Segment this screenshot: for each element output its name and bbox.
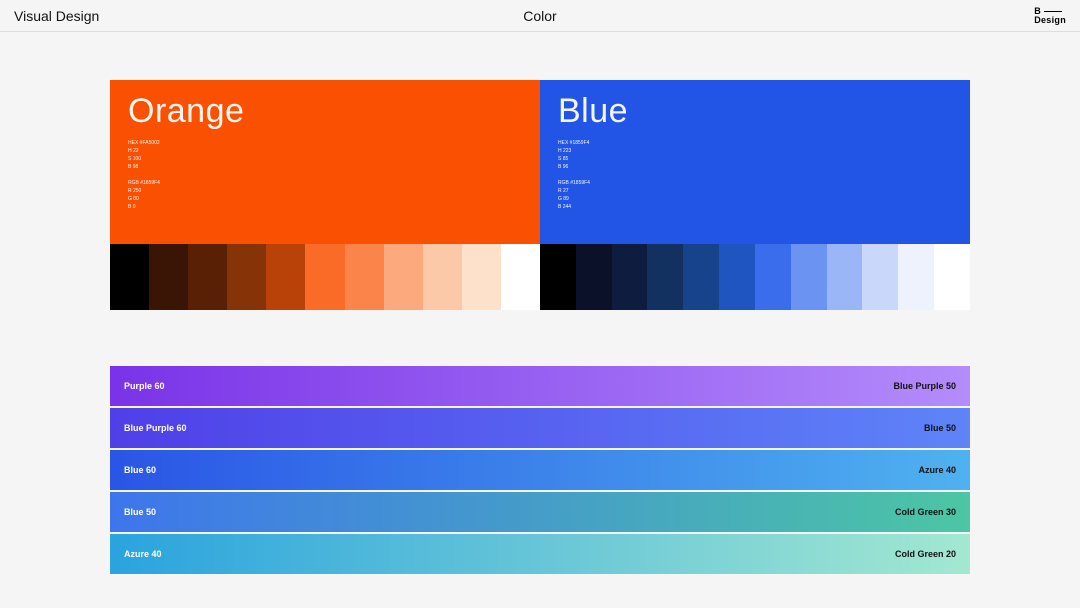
- topbar-center-label: Color: [523, 8, 556, 24]
- hex-label: HEX #1859F4: [558, 139, 952, 147]
- gradient-left-label: Blue 50: [124, 507, 156, 517]
- swatch-row: Orange HEX #FA5002 H 22 S 100 B 98 RGB #…: [110, 80, 970, 310]
- top-bar: Visual Design Color B Design: [0, 0, 1080, 32]
- scale-step: [612, 244, 648, 310]
- scale-step: [719, 244, 755, 310]
- gradient-left-label: Blue 60: [124, 465, 156, 475]
- swatch-meta: HEX #1859F4 H 223 S 85 B 96 RGB #1859F4 …: [558, 139, 952, 211]
- swatch-scale-orange: [110, 244, 540, 310]
- gradient-right-label: Blue Purple 50: [893, 381, 956, 391]
- scale-step: [345, 244, 384, 310]
- logo: B Design: [1034, 7, 1066, 25]
- scale-step: [934, 244, 970, 310]
- scale-step: [227, 244, 266, 310]
- gradient-bar: Blue 50 Cold Green 30: [110, 492, 970, 532]
- swatch-orange: Orange HEX #FA5002 H 22 S 100 B 98 RGB #…: [110, 80, 540, 310]
- scale-step: [384, 244, 423, 310]
- gradient-left-label: Purple 60: [124, 381, 165, 391]
- scale-step: [110, 244, 149, 310]
- gradient-bar: Azure 40 Cold Green 20: [110, 534, 970, 574]
- hsb-s: S 100: [128, 155, 522, 163]
- swatch-main: Blue HEX #1859F4 H 223 S 85 B 96 RGB #18…: [540, 80, 970, 244]
- scale-step: [683, 244, 719, 310]
- rgb-g: G 80: [128, 195, 522, 203]
- gradient-right-label: Azure 40: [918, 465, 956, 475]
- scale-step: [540, 244, 576, 310]
- rgb-r: R 250: [128, 187, 522, 195]
- swatch-main: Orange HEX #FA5002 H 22 S 100 B 98 RGB #…: [110, 80, 540, 244]
- topbar-left-label: Visual Design: [14, 8, 99, 24]
- gradient-right-label: Cold Green 30: [895, 507, 956, 517]
- rgb-label: RGB #1859F4: [128, 179, 522, 187]
- rgb-g: G 89: [558, 195, 952, 203]
- hsb-b: B 96: [558, 163, 952, 171]
- gradient-bar: Blue Purple 60 Blue 50: [110, 408, 970, 448]
- logo-bottom: Design: [1034, 16, 1066, 25]
- hsb-h: H 22: [128, 147, 522, 155]
- gradient-bar: Purple 60 Blue Purple 50: [110, 366, 970, 406]
- rgb-b: B 0: [128, 203, 522, 211]
- gradient-right-label: Blue 50: [924, 423, 956, 433]
- scale-step: [462, 244, 501, 310]
- scale-step: [501, 244, 540, 310]
- gradient-right-label: Cold Green 20: [895, 549, 956, 559]
- rgb-b: B 244: [558, 203, 952, 211]
- scale-step: [898, 244, 934, 310]
- gradient-left-label: Blue Purple 60: [124, 423, 187, 433]
- swatch-meta: HEX #FA5002 H 22 S 100 B 98 RGB #1859F4 …: [128, 139, 522, 211]
- scale-step: [827, 244, 863, 310]
- swatch-title: Blue: [558, 92, 952, 131]
- scale-step: [188, 244, 227, 310]
- scale-step: [305, 244, 344, 310]
- rgb-label: RGB #1859F4: [558, 179, 952, 187]
- scale-step: [862, 244, 898, 310]
- scale-step: [647, 244, 683, 310]
- scale-step: [755, 244, 791, 310]
- scale-step: [149, 244, 188, 310]
- page-content: Orange HEX #FA5002 H 22 S 100 B 98 RGB #…: [0, 32, 1080, 596]
- scale-step: [791, 244, 827, 310]
- swatch-title: Orange: [128, 92, 522, 131]
- hex-label: HEX #FA5002: [128, 139, 522, 147]
- swatch-blue: Blue HEX #1859F4 H 223 S 85 B 96 RGB #18…: [540, 80, 970, 310]
- hsb-b: B 98: [128, 163, 522, 171]
- hsb-s: S 85: [558, 155, 952, 163]
- hsb-h: H 223: [558, 147, 952, 155]
- rgb-r: R 27: [558, 187, 952, 195]
- gradient-left-label: Azure 40: [124, 549, 162, 559]
- scale-step: [576, 244, 612, 310]
- swatch-scale-blue: [540, 244, 970, 310]
- scale-step: [423, 244, 462, 310]
- gradient-list: Purple 60Blue Purple 50Blue Purple 60Blu…: [110, 366, 970, 574]
- gradient-bar: Blue 60 Azure 40: [110, 450, 970, 490]
- scale-step: [266, 244, 305, 310]
